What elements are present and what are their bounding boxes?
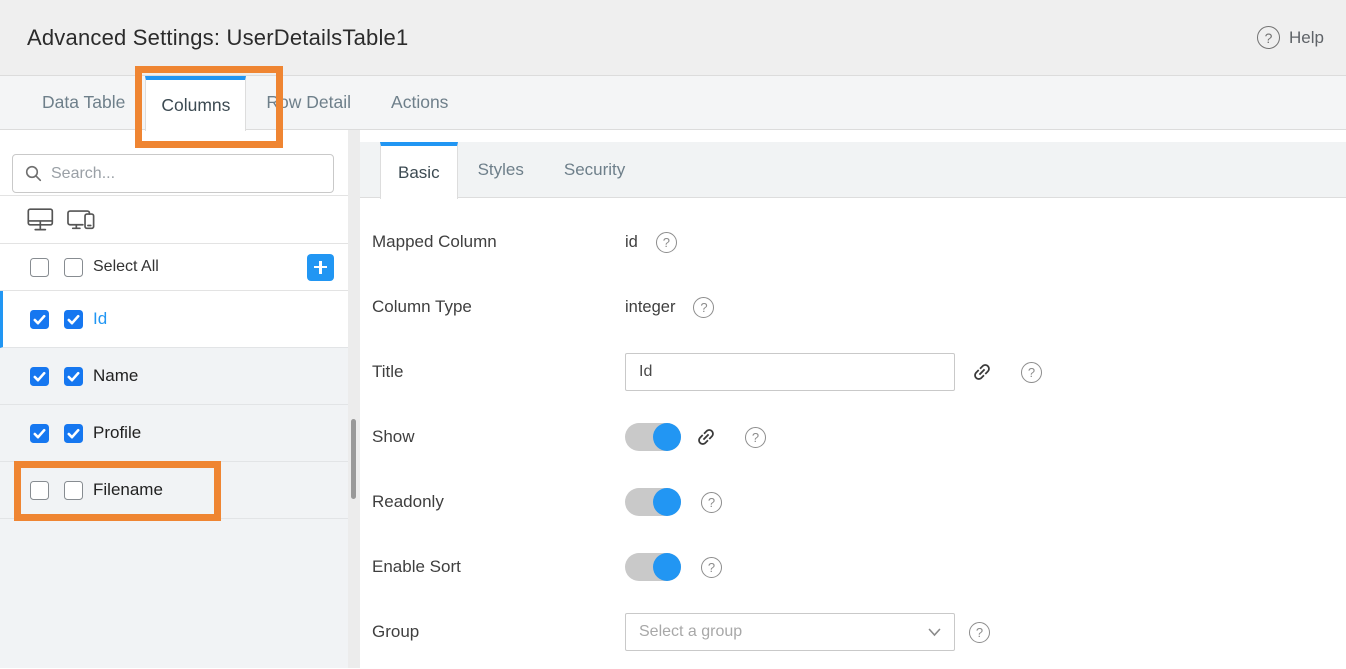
column-item-name[interactable]: Name (0, 348, 348, 405)
toggle-knob (653, 553, 681, 581)
devices-icon[interactable] (65, 208, 96, 232)
plus-icon (314, 261, 327, 274)
settings-tab-bar: Basic Styles Security (360, 142, 1346, 198)
title-row: Title (372, 352, 1346, 392)
show-link-icon[interactable] (695, 426, 717, 448)
tab-styles-label: Styles (478, 160, 524, 180)
view-mode-row (0, 196, 348, 244)
sidebar-scrollbar (348, 130, 360, 668)
group-select[interactable]: Select a group (625, 613, 955, 651)
readonly-label: Readonly (372, 492, 625, 512)
dialog-header: Advanced Settings: UserDetailsTable1 Hel… (0, 0, 1346, 76)
search-section (0, 130, 348, 196)
main-tab-bar: Data Table Columns Row Detail Actions (0, 76, 1346, 130)
question-circle-icon (1257, 26, 1280, 49)
help-button[interactable]: Help (1257, 26, 1324, 49)
mapped-column-value: id (625, 233, 638, 252)
column-type-label: Column Type (372, 297, 625, 317)
tab-basic[interactable]: Basic (380, 142, 458, 199)
readonly-toggle[interactable] (625, 488, 681, 516)
enable-sort-toggle[interactable] (625, 553, 681, 581)
columns-sidebar: Select All Id (0, 130, 348, 668)
enable-sort-label: Enable Sort (372, 557, 625, 577)
desktop-icon[interactable] (27, 208, 56, 232)
filename-checkbox-mobile[interactable] (64, 481, 83, 500)
show-help-icon[interactable] (745, 427, 766, 448)
mapped-column-label: Mapped Column (372, 232, 625, 252)
enable-sort-help-icon[interactable] (701, 557, 722, 578)
id-checkbox-desktop[interactable] (30, 310, 49, 329)
title-input[interactable] (625, 353, 955, 391)
mapped-column-help-icon[interactable] (656, 232, 677, 253)
select-all-checkbox-desktop[interactable] (30, 258, 49, 277)
add-column-button[interactable] (307, 254, 334, 281)
column-type-value: integer (625, 298, 675, 317)
sidebar-empty-area (0, 519, 348, 668)
toggle-knob (653, 423, 681, 451)
tab-actions-label: Actions (391, 92, 448, 113)
filename-checkbox-desktop[interactable] (30, 481, 49, 500)
column-item-label: Id (93, 309, 107, 329)
tab-styles[interactable]: Styles (458, 142, 544, 197)
help-label: Help (1289, 28, 1324, 48)
page-title: Advanced Settings: UserDetailsTable1 (27, 25, 408, 51)
column-item-profile[interactable]: Profile (0, 405, 348, 462)
column-item-label: Profile (93, 423, 141, 443)
tab-columns[interactable]: Columns (145, 76, 246, 131)
group-label: Group (372, 622, 625, 642)
select-all-row[interactable]: Select All (0, 244, 348, 291)
show-toggle[interactable] (625, 423, 681, 451)
search-input[interactable] (51, 165, 321, 183)
tab-data-table[interactable]: Data Table (22, 76, 145, 129)
select-all-checkbox-mobile[interactable] (64, 258, 83, 277)
profile-checkbox-mobile[interactable] (64, 424, 83, 443)
column-item-label: Name (93, 366, 138, 386)
mapped-column-row: Mapped Column id (372, 222, 1346, 262)
tab-row-detail[interactable]: Row Detail (246, 76, 371, 129)
name-checkbox-mobile[interactable] (64, 367, 83, 386)
column-settings-panel: Basic Styles Security Mapped Column id C… (360, 130, 1346, 668)
readonly-help-icon[interactable] (701, 492, 722, 513)
title-label: Title (372, 362, 625, 382)
select-all-label: Select All (93, 258, 159, 276)
enable-sort-row: Enable Sort (372, 547, 1346, 587)
group-select-placeholder: Select a group (639, 623, 742, 641)
tab-data-table-label: Data Table (42, 92, 125, 113)
show-row: Show (372, 417, 1346, 457)
column-item-label: Filename (93, 480, 163, 500)
tab-row-detail-label: Row Detail (266, 92, 351, 113)
tab-security[interactable]: Security (544, 142, 645, 197)
id-checkbox-mobile[interactable] (64, 310, 83, 329)
group-row: Group Select a group (372, 612, 1346, 652)
search-icon (25, 165, 42, 182)
tab-actions[interactable]: Actions (371, 76, 468, 129)
column-type-help-icon[interactable] (693, 297, 714, 318)
tab-basic-label: Basic (398, 163, 440, 183)
column-type-row: Column Type integer (372, 287, 1346, 327)
basic-settings-form: Mapped Column id Column Type integer Tit… (360, 198, 1346, 669)
chevron-down-icon (928, 628, 941, 637)
title-help-icon[interactable] (1021, 362, 1042, 383)
profile-checkbox-desktop[interactable] (30, 424, 49, 443)
tab-security-label: Security (564, 160, 625, 180)
name-checkbox-desktop[interactable] (30, 367, 49, 386)
advanced-settings-dialog: Advanced Settings: UserDetailsTable1 Hel… (0, 0, 1346, 669)
readonly-row: Readonly (372, 482, 1346, 522)
column-item-id[interactable]: Id (0, 291, 348, 348)
show-label: Show (372, 427, 625, 447)
tab-columns-label: Columns (161, 95, 230, 116)
title-link-icon[interactable] (971, 361, 993, 383)
search-box (12, 154, 334, 193)
scrollbar-thumb[interactable] (351, 419, 356, 499)
group-help-icon[interactable] (969, 622, 990, 643)
column-item-filename[interactable]: Filename (0, 462, 348, 519)
toggle-knob (653, 488, 681, 516)
